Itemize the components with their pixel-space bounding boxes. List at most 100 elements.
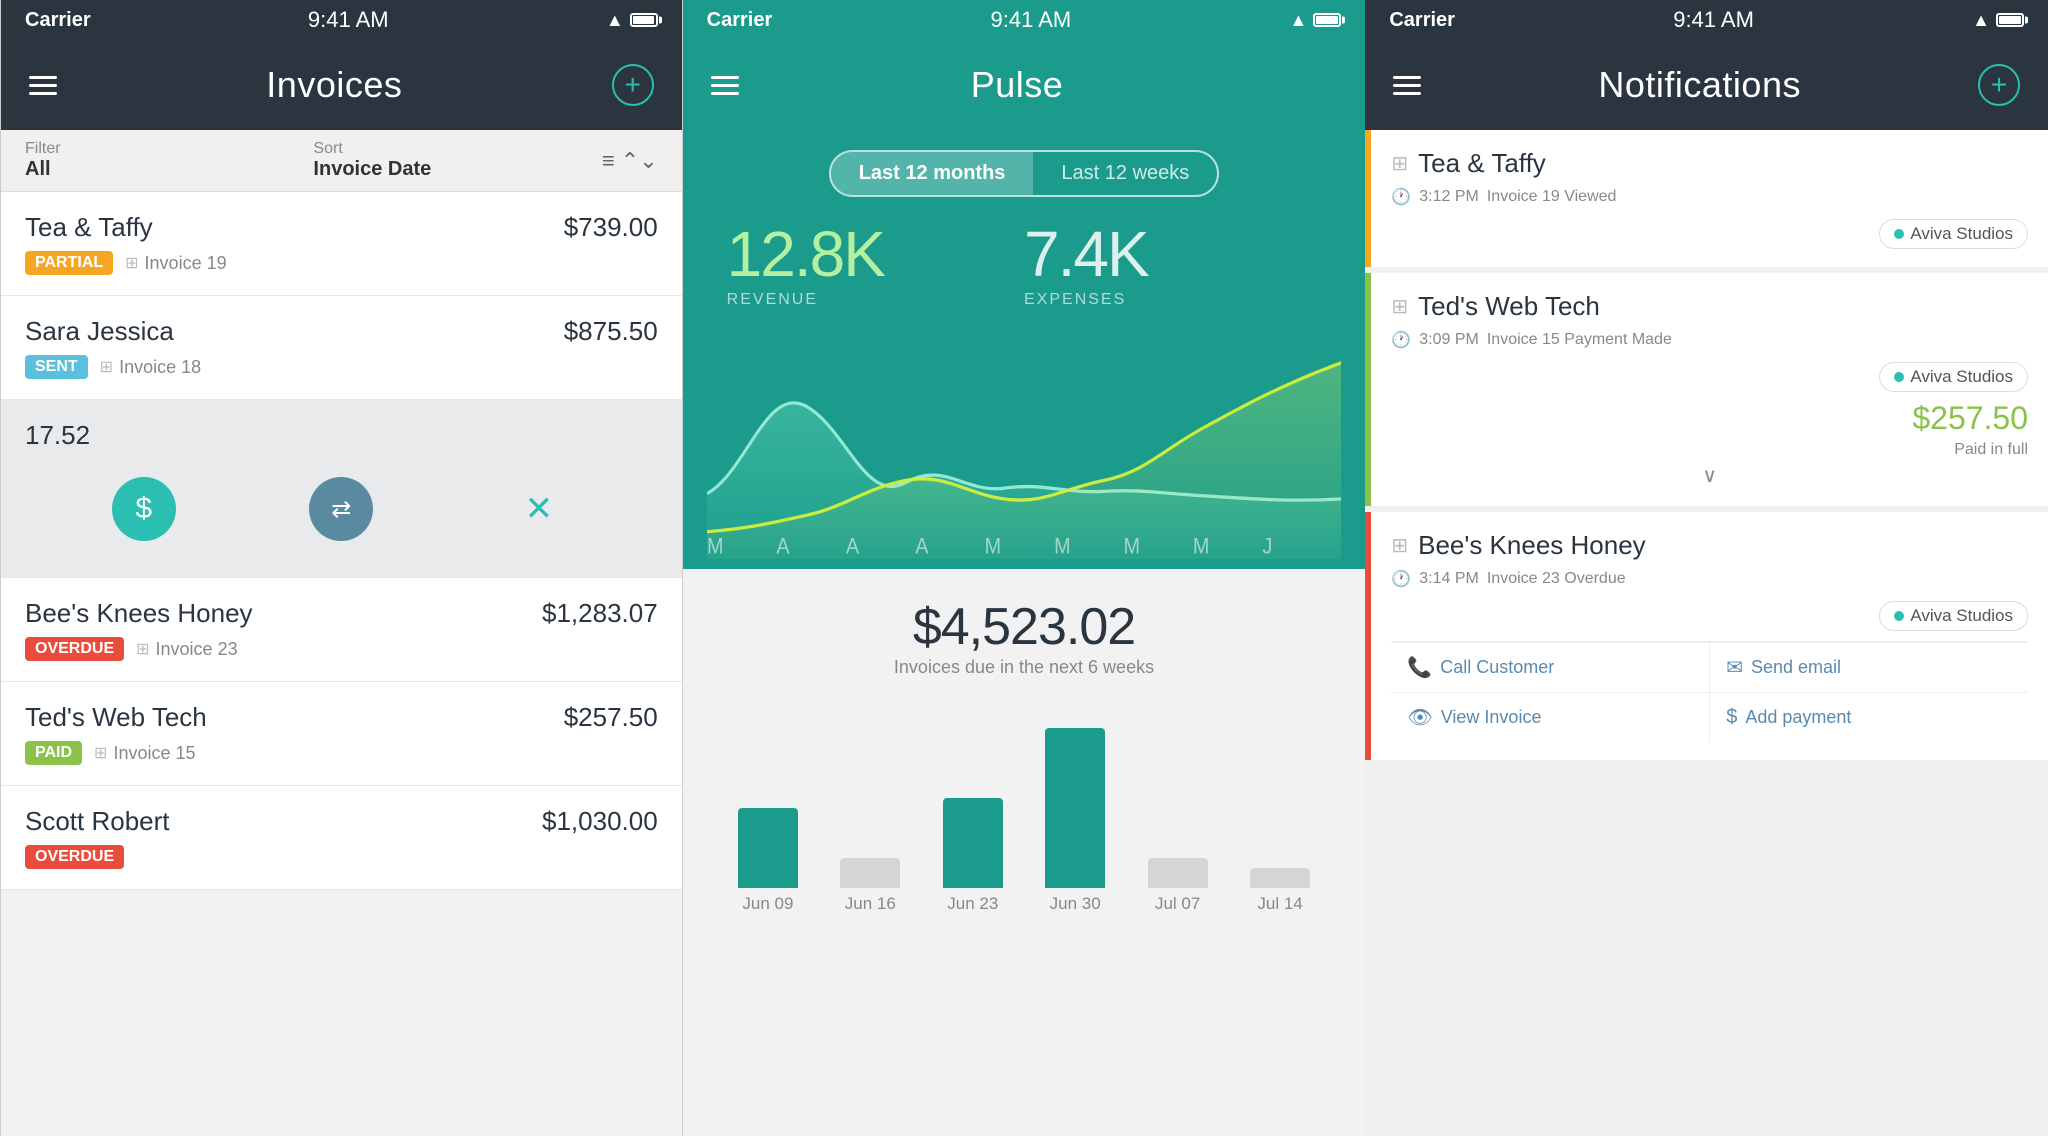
dollar-icon: $	[1726, 706, 1737, 729]
notif-item-ted-web[interactable]: ⊞ Ted's Web Tech 🕐 3:09 PM Invoice 15 Pa…	[1365, 273, 2048, 506]
view-invoice-label: View Invoice	[1441, 707, 1542, 728]
notif-name-ted: Ted's Web Tech	[1418, 291, 1600, 322]
period-toggle: Last 12 months Last 12 weeks	[829, 150, 1220, 197]
svg-text:M: M	[984, 535, 1001, 559]
status-bar-pulse: Carrier 9:41 AM ▲	[683, 0, 1366, 40]
carrier-notif: Carrier	[1389, 9, 1455, 32]
notif-item-bees-honey[interactable]: ⊞ Bee's Knees Honey 🕐 3:14 PM Invoice 23…	[1365, 512, 2048, 760]
hamburger-icon-invoices[interactable]	[29, 76, 57, 95]
paid-label: Paid in full	[1391, 441, 2028, 459]
svg-text:A: A	[846, 535, 859, 559]
invoice-amount: $739.00	[564, 212, 658, 243]
add-invoice-button[interactable]: +	[612, 64, 654, 106]
line-chart: M A A A M M M M J	[707, 319, 1342, 559]
expenses-stat: 7.4K EXPENSES	[1024, 217, 1321, 309]
expenses-label: EXPENSES	[1024, 291, 1321, 309]
invoice-item-sara[interactable]: Sara Jessica $875.50 SENT ⊞Invoice 18	[1, 296, 682, 400]
studio-badge-tea: Aviva Studios	[1879, 219, 2028, 249]
status-badge-overdue-scott: OVERDUE	[25, 845, 124, 869]
status-bar-invoices: Carrier 9:41 AM ▲	[1, 0, 682, 40]
delete-button[interactable]: ✕	[507, 477, 571, 541]
svg-text:M: M	[1054, 535, 1071, 559]
bar-label-3: Jun 23	[947, 894, 998, 914]
filter-label: Filter	[25, 140, 313, 158]
grid-icon-sara: ⊞	[100, 357, 113, 377]
bar-jul07: Jul 07	[1148, 858, 1208, 914]
invoice-item-ted[interactable]: Ted's Web Tech $257.50 PAID ⊞Invoice 15	[1, 682, 682, 786]
bar-teal-3	[1045, 728, 1105, 888]
expenses-value: 7.4K	[1024, 217, 1321, 291]
status-badge-overdue: OVERDUE	[25, 637, 124, 661]
invoice-item-highlighted: 17.52 $ ⇄ ✕	[1, 400, 682, 578]
notif-time-tea: 3:12 PM	[1419, 188, 1479, 206]
svg-text:M: M	[1193, 535, 1210, 559]
invoice-meta: PARTIAL ⊞Invoice 19	[25, 251, 658, 275]
notifications-screen: Carrier 9:41 AM ▲ Notifications + ⊞ Tea …	[1365, 0, 2048, 1136]
sort-icon[interactable]: ≡ ⌃⌄	[602, 148, 658, 174]
notif-event-tea: Invoice 19 Viewed	[1487, 188, 1617, 206]
invoice-item-bees-knees[interactable]: Bee's Knees Honey $1,283.07 OVERDUE ⊞Inv…	[1, 578, 682, 682]
call-customer-button[interactable]: 📞 Call Customer	[1391, 642, 1709, 692]
invoice-number-bees: ⊞Invoice 23	[136, 639, 237, 660]
record-payment-button[interactable]: $	[112, 477, 176, 541]
pulse-bottom: $4,523.02 Invoices due in the next 6 wee…	[683, 569, 1366, 1136]
filter-bar: Filter All Sort Invoice Date ≡ ⌃⌄	[1, 130, 682, 192]
add-payment-button[interactable]: $ Add payment	[1709, 692, 2028, 742]
notif-meta-ted: 🕐 3:09 PM Invoice 15 Payment Made	[1391, 330, 2028, 350]
period-weeks-btn[interactable]: Last 12 weeks	[1033, 152, 1217, 195]
invoice-number: ⊞Invoice 19	[125, 253, 226, 274]
battery-icon-notif	[1996, 13, 2024, 27]
invoice-number-ted: ⊞Invoice 15	[94, 743, 195, 764]
status-badge-paid: PAID	[25, 741, 82, 765]
carrier-pulse: Carrier	[707, 9, 773, 32]
grid-icon-bees: ⊞	[136, 639, 149, 659]
notif-item-tea-taffy[interactable]: ⊞ Tea & Taffy 🕐 3:12 PM Invoice 19 Viewe…	[1365, 130, 2048, 267]
notif-header-bees: ⊞ Bee's Knees Honey	[1391, 530, 2028, 561]
sort-label: Sort	[313, 140, 601, 158]
time-invoices: 9:41 AM	[308, 7, 389, 33]
view-invoice-button[interactable]: 👁 View Invoice	[1391, 692, 1709, 742]
time-pulse: 9:41 AM	[991, 7, 1072, 33]
svg-text:J: J	[1262, 535, 1272, 559]
hamburger-icon-pulse[interactable]	[711, 76, 739, 95]
bar-label-4: Jun 30	[1050, 894, 1101, 914]
chevron-down-icon[interactable]: ∨	[1391, 463, 2028, 488]
phone-icon: 📞	[1407, 655, 1432, 680]
bar-jun09: Jun 09	[738, 808, 798, 914]
bar-teal-1	[738, 808, 798, 888]
convert-button[interactable]: ⇄	[309, 477, 373, 541]
pulse-top-area: Last 12 months Last 12 weeks 12.8K REVEN…	[683, 130, 1366, 569]
hamburger-icon-notif[interactable]	[1393, 76, 1421, 95]
invoice-item-scott[interactable]: Scott Robert $1,030.00 OVERDUE	[1, 786, 682, 890]
chart-svg: M A A A M M M M J	[707, 319, 1342, 559]
email-icon: ✉	[1726, 655, 1743, 680]
wifi-icon: ▲	[606, 10, 624, 31]
revenue-label: REVENUE	[727, 291, 1024, 309]
bar-teal-2	[943, 798, 1003, 888]
notif-meta-tea: 🕐 3:12 PM Invoice 19 Viewed	[1391, 187, 2028, 207]
period-months-btn[interactable]: Last 12 months	[831, 152, 1034, 195]
battery-icon-invoices	[630, 13, 658, 27]
invoice-meta-ted: PAID ⊞Invoice 15	[25, 741, 658, 765]
notif-event-ted: Invoice 15 Payment Made	[1487, 331, 1672, 349]
send-email-button[interactable]: ✉ Send email	[1709, 642, 2028, 692]
sort-value[interactable]: Invoice Date	[313, 158, 601, 181]
invoice-list: Tea & Taffy $739.00 PARTIAL ⊞Invoice 19 …	[1, 192, 682, 1136]
notif-action-buttons: 📞 Call Customer ✉ Send email 👁 View Invo…	[1391, 641, 2028, 742]
notif-header-tea: ⊞ Tea & Taffy	[1391, 148, 2028, 179]
battery-invoices: ▲	[606, 10, 658, 31]
grid-icon: ⊞	[125, 253, 138, 273]
bar-label-5: Jul 07	[1155, 894, 1200, 914]
invoice-meta-bees: OVERDUE ⊞Invoice 23	[25, 637, 658, 661]
invoice-item-tea-taffy[interactable]: Tea & Taffy $739.00 PARTIAL ⊞Invoice 19	[1, 192, 682, 296]
nav-header-invoices: Invoices +	[1, 40, 682, 130]
filter-value[interactable]: All	[25, 158, 313, 181]
bar-chart: Jun 09 Jun 16 Jun 23 Jun 30 Jul 07 Jul 1…	[707, 694, 1342, 914]
wifi-icon-pulse: ▲	[1290, 10, 1308, 31]
bar-jun30: Jun 30	[1045, 728, 1105, 914]
invoice-name-bees: Bee's Knees Honey	[25, 598, 253, 629]
grid-icon-notif-tea: ⊞	[1391, 151, 1408, 176]
studio-name-ted: Aviva Studios	[1910, 367, 2013, 387]
invoices-title: Invoices	[266, 64, 402, 106]
add-notif-button[interactable]: +	[1978, 64, 2020, 106]
